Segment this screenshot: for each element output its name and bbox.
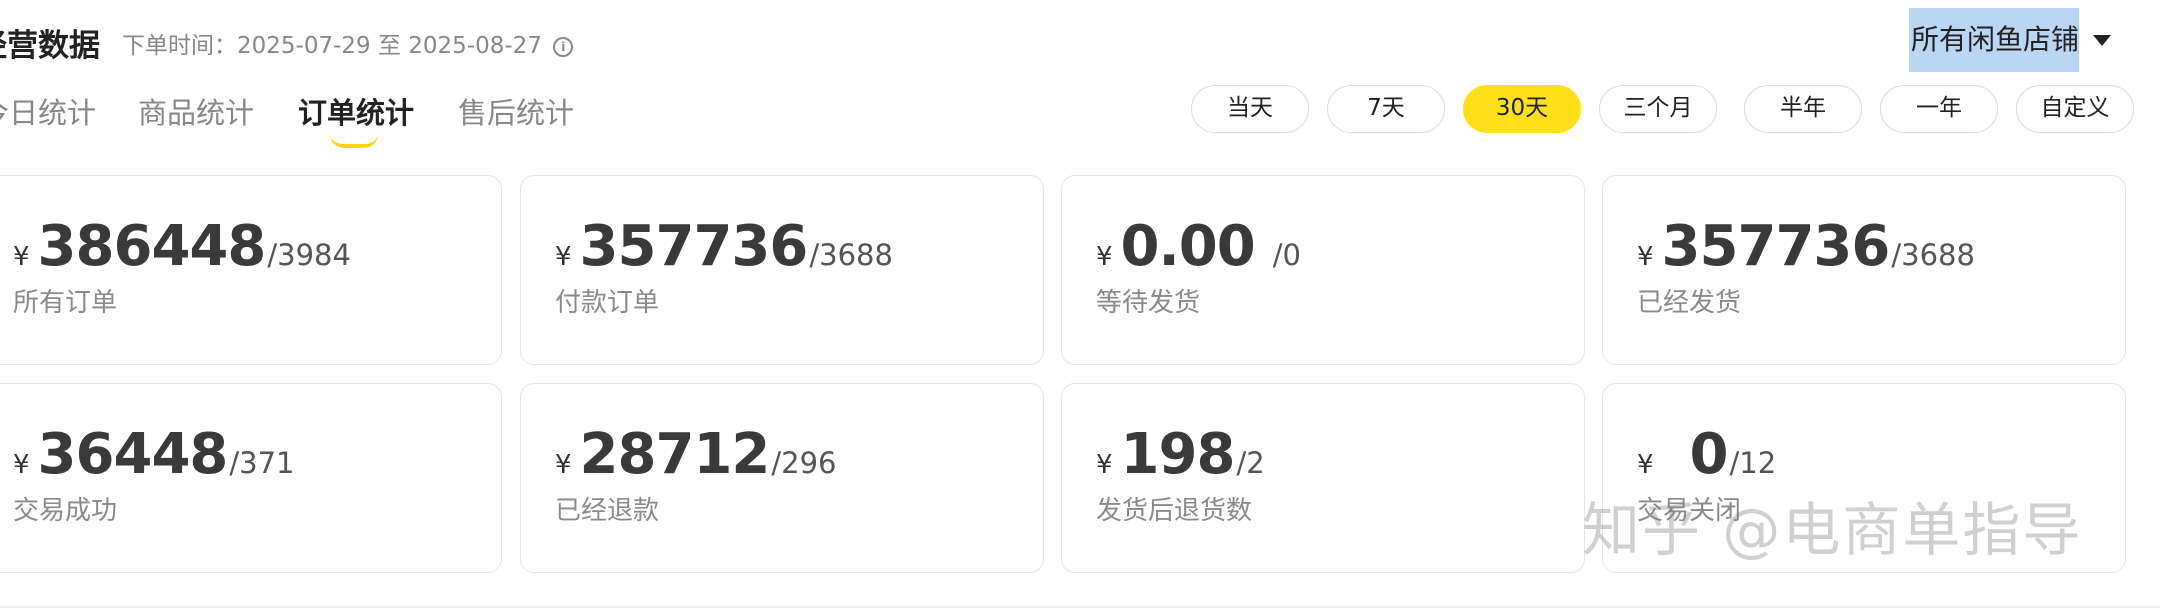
card-all-orders[interactable]: ¥ 386448 /3984 所有订单 <box>0 175 502 365</box>
tab-label: 订单统计 <box>298 96 415 130</box>
order-time-label: 下单时间：2025-07-29 至 2025-08-27 <box>122 33 542 59</box>
tab-today-stats[interactable]: 今日统计 <box>0 90 96 132</box>
range-button-30days[interactable]: 30天 <box>1463 85 1581 133</box>
card-value: ¥ 36448 /371 <box>13 422 295 487</box>
card-amount: 198 <box>1120 422 1236 487</box>
card-value: ¥ 357736 /3688 <box>555 214 893 279</box>
card-value: ¥ 198 /2 <box>1096 422 1265 487</box>
caret-down-icon[interactable] <box>2093 34 2112 46</box>
card-amount: 36448 <box>37 422 229 487</box>
card-count: /371 <box>229 446 295 480</box>
card-value: ¥ 28712 /296 <box>555 422 837 487</box>
store-select[interactable]: 所有闲鱼店铺 <box>1909 8 2112 72</box>
currency-symbol: ¥ <box>1096 450 1113 480</box>
info-icon[interactable]: i <box>553 36 574 57</box>
card-post-shipment-returns[interactable]: ¥ 198 /2 发货后退货数 <box>1061 383 1585 573</box>
card-count: /0 <box>1272 238 1301 272</box>
range-button-3months[interactable]: 三个月 <box>1599 85 1717 133</box>
range-button-one-year[interactable]: 一年 <box>1880 85 1998 133</box>
currency-symbol: ¥ <box>555 242 572 272</box>
store-select-label: 所有闲鱼店铺 <box>1909 8 2080 72</box>
tab-product-stats[interactable]: 商品统计 <box>138 90 254 132</box>
tab-after-sales-stats[interactable]: 售后统计 <box>458 90 574 132</box>
currency-symbol: ¥ <box>1096 242 1113 272</box>
tab-label: 今日统计 <box>0 96 97 130</box>
card-amount: 28712 <box>579 422 771 487</box>
card-label: 已经发货 <box>1637 288 1742 318</box>
header-bar: 经营数据 下单时间：2025-07-29 至 2025-08-27 i 所有闲鱼… <box>0 0 2160 90</box>
card-value: ¥ 0.00 /0 <box>1096 214 1301 279</box>
card-awaiting-shipment[interactable]: ¥ 0.00 /0 等待发货 <box>1061 175 1585 365</box>
card-amount: 357736 <box>579 214 809 279</box>
card-completed-trades[interactable]: ¥ 36448 /371 交易成功 <box>0 383 502 573</box>
order-time-range: 下单时间：2025-07-29 至 2025-08-27 i <box>122 26 574 60</box>
card-refunded[interactable]: ¥ 28712 /296 已经退款 <box>520 383 1044 573</box>
range-button-half-year[interactable]: 半年 <box>1744 85 1862 133</box>
range-button-custom[interactable]: 自定义 <box>2016 85 2134 133</box>
card-count: /296 <box>771 446 837 480</box>
card-label: 发货后退货数 <box>1096 496 1253 526</box>
card-count: /3984 <box>267 238 351 272</box>
currency-symbol: ¥ <box>1637 242 1654 272</box>
active-tab-indicator <box>330 134 378 148</box>
card-count: /3688 <box>1891 238 1975 272</box>
card-paid-orders[interactable]: ¥ 357736 /3688 付款订单 <box>520 175 1044 365</box>
card-amount: 386448 <box>37 214 267 279</box>
card-label: 所有订单 <box>13 288 118 318</box>
card-value: ¥ 386448 /3984 <box>13 214 351 279</box>
currency-symbol: ¥ <box>13 242 30 272</box>
card-value: ¥ 357736 /3688 <box>1637 214 1975 279</box>
tab-label: 商品统计 <box>138 96 255 130</box>
card-count: /12 <box>1729 446 1777 480</box>
card-label: 交易成功 <box>13 496 118 526</box>
currency-symbol: ¥ <box>13 450 30 480</box>
currency-symbol: ¥ <box>555 450 572 480</box>
card-count: /3688 <box>809 238 893 272</box>
card-label: 已经退款 <box>555 496 660 526</box>
card-label: 等待发货 <box>1096 288 1201 318</box>
card-shipped[interactable]: ¥ 357736 /3688 已经发货 <box>1602 175 2126 365</box>
tab-label: 售后统计 <box>458 96 575 130</box>
card-amount: 357736 <box>1661 214 1891 279</box>
tab-order-stats[interactable]: 订单统计 <box>298 90 415 148</box>
card-amount: 0.00 <box>1120 214 1256 279</box>
card-label: 付款订单 <box>555 288 660 318</box>
currency-symbol: ¥ <box>1637 450 1654 480</box>
card-count: /2 <box>1236 446 1265 480</box>
range-button-today[interactable]: 当天 <box>1191 85 1309 133</box>
range-button-7days[interactable]: 7天 <box>1327 85 1445 133</box>
card-label: 交易关闭 <box>1637 496 1742 526</box>
card-closed-trades[interactable]: ¥ 0 /12 交易关闭 <box>1602 383 2126 573</box>
page-title: 经营数据 <box>0 28 100 64</box>
card-amount: 0 <box>1689 422 1729 487</box>
card-value: ¥ 0 /12 <box>1637 422 1776 487</box>
